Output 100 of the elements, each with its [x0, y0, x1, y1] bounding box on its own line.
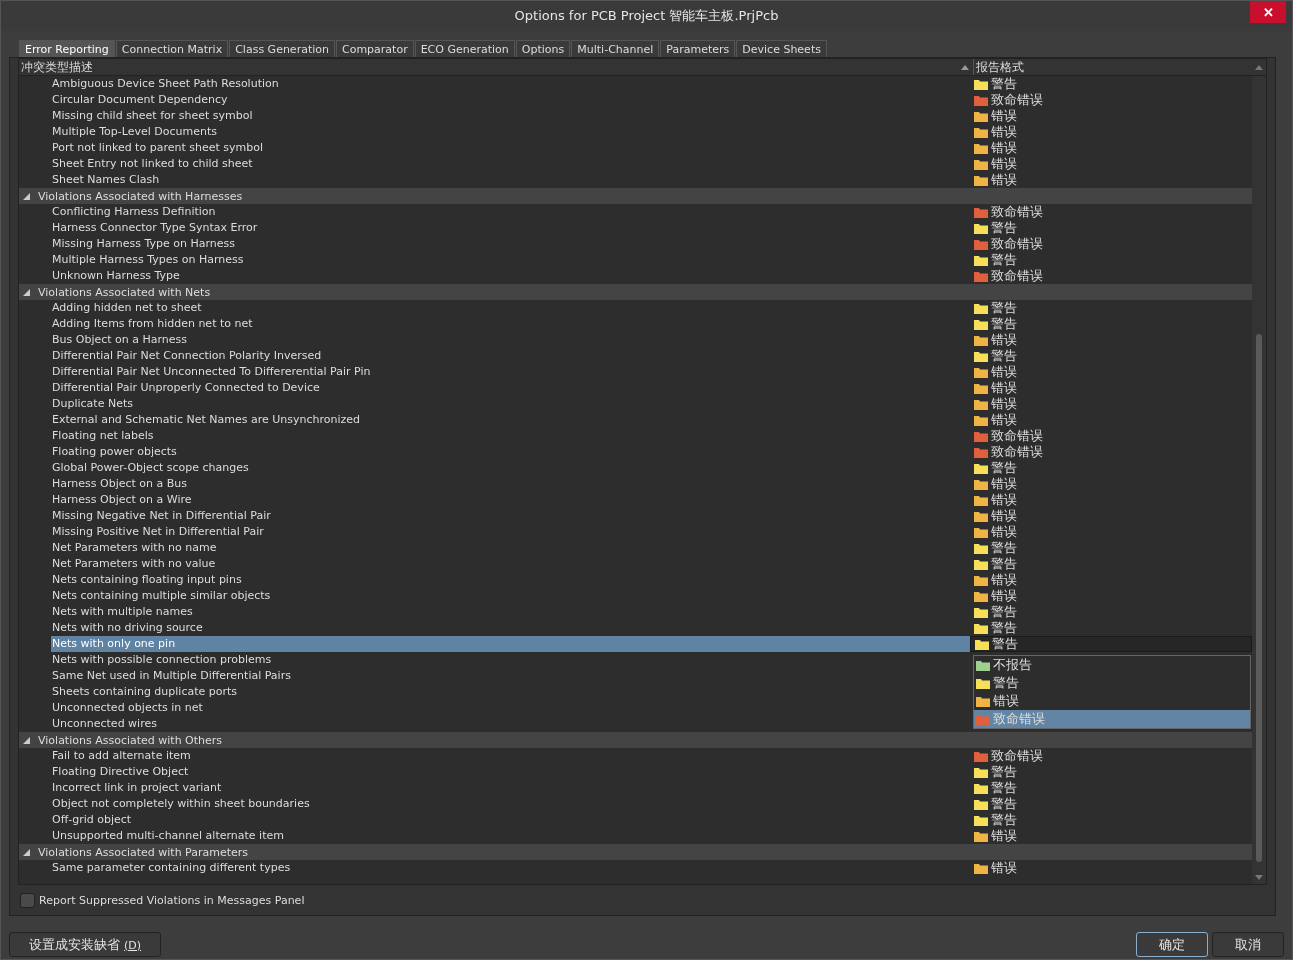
report-level[interactable]: 错误: [991, 523, 1017, 541]
scroll-up-icon[interactable]: [1255, 64, 1263, 70]
dropdown-option[interactable]: 警告: [974, 674, 1250, 692]
violation-name[interactable]: Unconnected wires: [51, 716, 970, 732]
report-level[interactable]: 错误: [991, 491, 1017, 509]
report-level[interactable]: 警告: [992, 635, 1018, 653]
violation-name[interactable]: Nets with only one pin: [51, 636, 970, 652]
tab[interactable]: ECO Generation: [414, 40, 515, 57]
report-level[interactable]: 警告: [991, 811, 1017, 829]
report-level[interactable]: 错误: [991, 363, 1017, 381]
tab[interactable]: Options: [515, 40, 571, 57]
report-level[interactable]: 错误: [991, 155, 1017, 173]
report-level[interactable]: 错误: [991, 571, 1017, 589]
tab[interactable]: Device Sheets: [736, 40, 827, 57]
report-level[interactable]: 错误: [991, 859, 1017, 877]
report-level[interactable]: 警告: [991, 763, 1017, 781]
expand-arrow-icon[interactable]: [23, 736, 30, 744]
expand-arrow-icon[interactable]: [23, 192, 30, 200]
violation-name[interactable]: Duplicate Nets: [51, 396, 970, 412]
violation-name[interactable]: Nets with possible connection problems: [51, 652, 970, 668]
tab[interactable]: Class Generation: [229, 40, 335, 57]
report-level[interactable]: 警告: [991, 219, 1017, 237]
violation-name[interactable]: Net Parameters with no value: [51, 556, 970, 572]
violation-name[interactable]: Floating Directive Object: [51, 764, 970, 780]
violation-name[interactable]: Missing Positive Net in Differential Pair: [51, 524, 970, 540]
report-level[interactable]: 致命错误: [991, 203, 1043, 221]
report-level[interactable]: 错误: [991, 475, 1017, 493]
dropdown-option[interactable]: 不报告: [974, 656, 1250, 674]
report-level[interactable]: 错误: [991, 139, 1017, 157]
violation-name[interactable]: Harness Object on a Wire: [51, 492, 970, 508]
scroll-down-icon[interactable]: [1255, 875, 1263, 880]
tab[interactable]: Error Reporting: [19, 40, 115, 57]
violation-name[interactable]: Nets with no driving source: [51, 620, 970, 636]
report-level[interactable]: 错误: [991, 411, 1017, 429]
violation-name[interactable]: Sheets containing duplicate ports: [51, 684, 970, 700]
violation-name[interactable]: Harness Connector Type Syntax Error: [51, 220, 970, 236]
checkbox-label[interactable]: Report Suppressed Violations in Messages Panel: [39, 893, 305, 907]
report-level[interactable]: 致命错误: [991, 91, 1043, 109]
violation-name[interactable]: Global Power-Object scope changes: [51, 460, 970, 476]
report-level[interactable]: 警告: [991, 795, 1017, 813]
report-level[interactable]: 错误: [991, 107, 1017, 125]
violation-name[interactable]: Sheet Entry not linked to child sheet: [51, 156, 970, 172]
expand-arrow-icon[interactable]: [23, 288, 30, 296]
scrollbar-thumb[interactable]: [1256, 334, 1262, 862]
violation-name[interactable]: Circular Document Dependency: [51, 92, 970, 108]
violation-name[interactable]: External and Schematic Net Names are Unsynchronized: [51, 412, 970, 428]
report-level[interactable]: 警告: [991, 347, 1017, 365]
violation-name[interactable]: Object not completely within sheet boundaries: [51, 796, 970, 812]
violation-name[interactable]: Incorrect link in project variant: [51, 780, 970, 796]
violation-name[interactable]: Nets containing floating input pins: [51, 572, 970, 588]
expand-arrow-icon[interactable]: [23, 848, 30, 856]
violation-name[interactable]: Differential Pair Net Connection Polarity Inversed: [51, 348, 970, 364]
violation-name[interactable]: Same parameter containing different types: [51, 860, 970, 876]
report-level[interactable]: 警告: [991, 603, 1017, 621]
violation-name[interactable]: Adding Items from hidden net to net: [51, 316, 970, 332]
group-header[interactable]: Violations Associated with Nets: [38, 285, 211, 299]
group-header[interactable]: Violations Associated with Parameters: [38, 845, 249, 859]
set-defaults-button[interactable]: 设置成安装缺省 (D): [9, 932, 161, 957]
report-level[interactable]: 警告: [991, 619, 1017, 637]
tab[interactable]: Comparator: [336, 40, 414, 57]
violation-name[interactable]: Missing Negative Net in Differential Pair: [51, 508, 970, 524]
violation-name[interactable]: Missing child sheet for sheet symbol: [51, 108, 970, 124]
report-level[interactable]: 警告: [991, 539, 1017, 557]
report-level[interactable]: 错误: [991, 379, 1017, 397]
report-level[interactable]: 致命错误: [991, 235, 1043, 253]
report-level[interactable]: 致命错误: [991, 747, 1043, 765]
report-level[interactable]: 错误: [991, 587, 1017, 605]
ok-button[interactable]: 确定: [1136, 932, 1208, 957]
violation-name[interactable]: Net Parameters with no name: [51, 540, 970, 556]
violation-name[interactable]: Port not linked to parent sheet symbol: [51, 140, 970, 156]
report-level[interactable]: 错误: [991, 827, 1017, 845]
violation-name[interactable]: Nets containing multiple similar objects: [51, 588, 970, 604]
group-header[interactable]: Violations Associated with Harnesses: [38, 189, 243, 203]
report-level[interactable]: 错误: [991, 395, 1017, 413]
violation-name[interactable]: Multiple Top-Level Documents: [51, 124, 970, 140]
report-level[interactable]: 错误: [991, 171, 1017, 189]
report-level[interactable]: 警告: [991, 299, 1017, 317]
report-level[interactable]: 错误: [991, 507, 1017, 525]
report-level[interactable]: 警告: [991, 251, 1017, 269]
violation-name[interactable]: Floating power objects: [51, 444, 970, 460]
violation-name[interactable]: Floating net labels: [51, 428, 970, 444]
violation-name[interactable]: Fail to add alternate item: [51, 748, 970, 764]
violation-name[interactable]: Nets with multiple names: [51, 604, 970, 620]
column-header[interactable]: 冲突类型描述: [21, 58, 93, 76]
column-header[interactable]: 报告格式: [976, 58, 1024, 76]
report-level[interactable]: 错误: [991, 331, 1017, 349]
report-level[interactable]: 警告: [991, 76, 1017, 93]
violation-name[interactable]: Missing Harness Type on Harness: [51, 236, 970, 252]
violation-name[interactable]: Adding hidden net to sheet: [51, 300, 970, 316]
violation-name[interactable]: Conflicting Harness Definition: [51, 204, 970, 220]
dropdown-option[interactable]: 错误: [974, 692, 1250, 710]
cancel-button[interactable]: 取消: [1212, 932, 1284, 957]
violation-name[interactable]: Differential Pair Unproperly Connected to Device: [51, 380, 970, 396]
violation-name[interactable]: Sheet Names Clash: [51, 172, 970, 188]
violation-name[interactable]: Differential Pair Net Unconnected To Differerential Pair Pin: [51, 364, 970, 380]
report-level[interactable]: 错误: [991, 123, 1017, 141]
checkbox[interactable]: [20, 892, 35, 908]
violation-name[interactable]: Same Net used in Multiple Differential Pairs: [51, 668, 970, 684]
violation-name[interactable]: Multiple Harness Types on Harness: [51, 252, 970, 268]
report-level[interactable]: 致命错误: [991, 443, 1043, 461]
